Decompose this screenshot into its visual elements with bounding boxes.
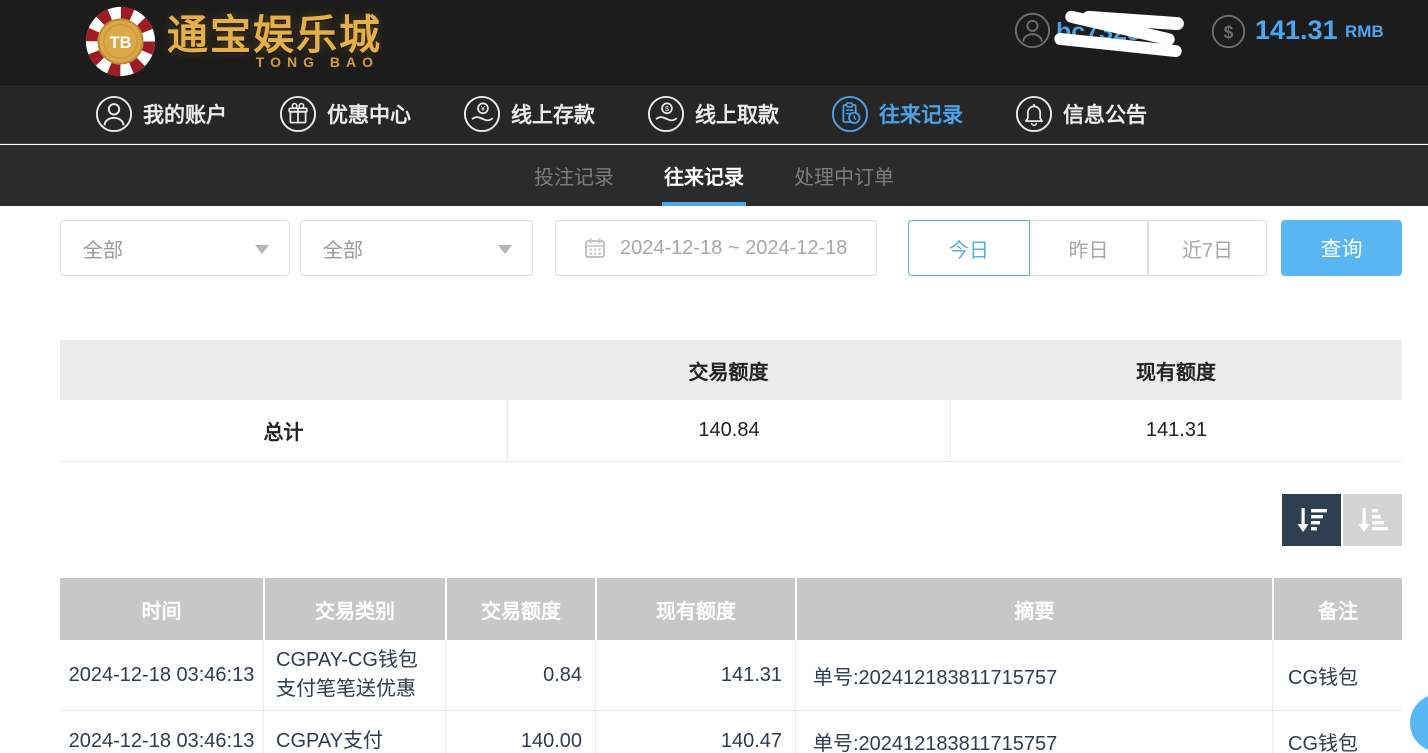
summary-transaction-total: 140.84 bbox=[507, 400, 950, 461]
cell-remark: CG钱包 bbox=[1272, 711, 1402, 753]
casino-chip-logo-icon: TB bbox=[84, 5, 157, 78]
cell-time: 2024-12-18 03:46:13 bbox=[60, 640, 263, 710]
floating-service-button[interactable] bbox=[1410, 694, 1428, 752]
date-range-value: 2024-12-18 ~ 2024-12-18 bbox=[620, 237, 847, 260]
balance-amount: 141.31 bbox=[1255, 15, 1338, 46]
bell-icon bbox=[1015, 95, 1053, 133]
withdraw-hand-coin-icon: $ bbox=[647, 95, 685, 133]
cell-summary: 单号:202412183811715757 bbox=[795, 711, 1272, 753]
type-dropdown-1[interactable]: 全部 bbox=[60, 220, 290, 276]
summary-balance-total: 141.31 bbox=[950, 400, 1402, 461]
balance-currency: RMB bbox=[1345, 22, 1384, 42]
nav-item-withdraw[interactable]: $ 线上取款 bbox=[647, 95, 779, 133]
col-header-type: 交易类别 bbox=[263, 578, 445, 640]
nav-label: 信息公告 bbox=[1063, 99, 1147, 129]
tab-betting-records[interactable]: 投注记录 bbox=[532, 145, 616, 206]
summary-table: 交易额度 现有额度 总计 140.84 141.31 bbox=[60, 340, 1402, 462]
sort-amount-asc-icon bbox=[1356, 505, 1390, 535]
topbar: TB 通宝娱乐城 TONG BAO bc7325 $ 141.31 RMB bbox=[0, 0, 1428, 84]
table-row: 2024-12-18 03:46:13 CGPAY-CG钱包支付笔笔送优惠 0.… bbox=[60, 640, 1402, 711]
filter-bar: 全部 全部 2024-12-18 ~ 2024-12-18 今日 昨日 bbox=[0, 220, 1428, 276]
cell-summary: 单号:202412183811715757 bbox=[795, 640, 1272, 710]
chevron-down-icon bbox=[498, 245, 512, 254]
logo-text: 通宝娱乐城 TONG BAO bbox=[167, 13, 382, 70]
sort-amount-desc-icon bbox=[1295, 505, 1329, 535]
nav-label: 我的账户 bbox=[143, 99, 227, 129]
nav-label: 线上取款 bbox=[695, 99, 779, 129]
col-header-time: 时间 bbox=[60, 578, 263, 640]
cell-amount: 0.84 bbox=[445, 640, 595, 710]
summary-header-row: 交易额度 现有额度 bbox=[60, 340, 1402, 400]
tab-processing-orders[interactable]: 处理中订单 bbox=[792, 145, 896, 206]
sort-controls bbox=[1282, 494, 1402, 546]
username-area[interactable]: bc7325 bbox=[1056, 12, 1188, 56]
date-range-input[interactable]: 2024-12-18 ~ 2024-12-18 bbox=[555, 220, 877, 276]
nav-item-my-account[interactable]: 我的账户 bbox=[95, 95, 227, 133]
site-title: 通宝娱乐城 bbox=[167, 13, 382, 57]
nav-label: 线上存款 bbox=[511, 99, 595, 129]
quick-filter-yesterday[interactable]: 昨日 bbox=[1030, 220, 1148, 276]
nav-item-announcements[interactable]: 信息公告 bbox=[1015, 95, 1147, 133]
account-user-icon[interactable] bbox=[1014, 12, 1051, 49]
tab-transaction-records[interactable]: 往来记录 bbox=[662, 145, 746, 206]
balance-dollar-icon: $ bbox=[1210, 13, 1247, 50]
nav-label: 往来记录 bbox=[879, 99, 963, 129]
nav-item-promotions[interactable]: 优惠中心 bbox=[279, 95, 411, 133]
dropdown-value: 全部 bbox=[323, 234, 363, 263]
nav-label: 优惠中心 bbox=[327, 99, 411, 129]
summary-total-label: 总计 bbox=[60, 400, 507, 461]
table-header-row: 时间 交易类别 交易额度 现有额度 摘要 备注 bbox=[60, 578, 1402, 640]
dropdown-value: 全部 bbox=[83, 234, 123, 263]
calendar-icon bbox=[583, 236, 607, 260]
svg-text:$: $ bbox=[1224, 22, 1234, 42]
gift-icon bbox=[279, 95, 317, 133]
cell-balance: 140.47 bbox=[595, 711, 795, 753]
transactions-table: 时间 交易类别 交易额度 现有额度 摘要 备注 2024-12-18 03:46… bbox=[60, 578, 1402, 753]
sort-ascending-button[interactable] bbox=[1343, 494, 1402, 546]
page: TB 通宝娱乐城 TONG BAO bc7325 $ 141.31 RMB bbox=[0, 0, 1428, 753]
user-icon bbox=[95, 95, 133, 133]
summary-total-row: 总计 140.84 141.31 bbox=[60, 400, 1402, 462]
site-logo[interactable]: TB 通宝娱乐城 TONG BAO bbox=[84, 5, 382, 78]
summary-header-blank bbox=[60, 340, 507, 400]
cell-type: CGPAY-CG钱包支付笔笔送优惠 bbox=[263, 640, 445, 710]
cell-remark: CG钱包 bbox=[1272, 640, 1402, 710]
search-button[interactable]: 查询 bbox=[1281, 220, 1402, 276]
type-dropdown-2[interactable]: 全部 bbox=[300, 220, 533, 276]
quick-filter-last7days[interactable]: 近7日 bbox=[1148, 220, 1267, 276]
col-header-summary: 摘要 bbox=[795, 578, 1272, 640]
nav-item-deposit[interactable]: ¥ 线上存款 bbox=[463, 95, 595, 133]
table-row: 2024-12-18 03:46:13 CGPAY支付 140.00 140.4… bbox=[60, 711, 1402, 753]
chip-initials: TB bbox=[110, 34, 132, 52]
col-header-remark: 备注 bbox=[1272, 578, 1402, 640]
svg-text:$: $ bbox=[665, 105, 669, 113]
cell-type: CGPAY支付 bbox=[263, 711, 445, 753]
cell-time: 2024-12-18 03:46:13 bbox=[60, 711, 263, 753]
col-header-amount: 交易额度 bbox=[445, 578, 595, 640]
cell-balance: 141.31 bbox=[595, 640, 795, 710]
summary-header-transaction: 交易额度 bbox=[507, 340, 950, 400]
chevron-down-icon bbox=[255, 245, 269, 254]
records-clipboard-icon bbox=[831, 95, 869, 133]
quick-filter-today[interactable]: 今日 bbox=[908, 220, 1030, 276]
deposit-hand-coin-icon: ¥ bbox=[463, 95, 501, 133]
svg-text:¥: ¥ bbox=[481, 105, 485, 113]
nav-item-transaction-records[interactable]: 往来记录 bbox=[831, 95, 963, 133]
main-nav: 我的账户 优惠中心 ¥ 线上存款 bbox=[0, 84, 1428, 144]
record-tabs: 投注记录 往来记录 处理中订单 bbox=[0, 145, 1428, 206]
cell-amount: 140.00 bbox=[445, 711, 595, 753]
col-header-balance: 现有额度 bbox=[595, 578, 795, 640]
summary-header-balance: 现有额度 bbox=[950, 340, 1402, 400]
sort-descending-button[interactable] bbox=[1282, 494, 1341, 546]
